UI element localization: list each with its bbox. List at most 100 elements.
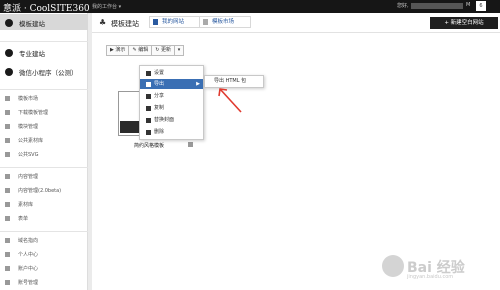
preview-button[interactable]: ▶ 演示	[106, 45, 130, 56]
tab-template-market[interactable]: 模板市场	[199, 16, 251, 28]
menu-item-share[interactable]: 分享	[140, 91, 203, 101]
sidebar-divider	[0, 41, 88, 42]
sidebar-item-label: 微信小程序（公测）	[19, 69, 78, 77]
template-name: 简约风格模板	[134, 143, 165, 149]
share-icon	[146, 94, 151, 99]
new-blank-site-button[interactable]: + 新建空白网站	[430, 17, 498, 29]
sidebar-divider	[0, 231, 88, 232]
globe-icon	[5, 238, 10, 243]
menu-item-label: 导出	[154, 81, 165, 87]
pro-site-icon	[5, 49, 13, 57]
sidebar-item-label: 下载模板管理	[18, 110, 49, 116]
module-icon	[5, 124, 10, 129]
copy-icon	[146, 106, 151, 111]
notification-count[interactable]: 6	[476, 1, 486, 11]
sidebar-item-label: 专业建站	[19, 50, 45, 58]
settings-icon	[5, 280, 10, 285]
menu-item-copy[interactable]: 复制	[140, 103, 203, 113]
tab-label: 模板市场	[212, 19, 235, 25]
sidebar-item-label: 内容管理(2.0beta)	[18, 188, 62, 194]
site-toolbar: ▶ 演示 ✎ 编辑 ↻ 更新 ▾	[106, 45, 184, 56]
sidebar: 模板建站 专业建站 微信小程序（公测） 模板市场 下载模板管理 模块管理 公共素…	[0, 13, 88, 290]
workspace-dropdown[interactable]: 我的工作台 ▾	[92, 3, 121, 10]
menu-item-label: 设置	[154, 70, 165, 76]
content-icon	[5, 174, 10, 179]
sidebar-item-label: 模板市场	[18, 96, 39, 102]
sidebar-item-label: 内容管理	[18, 174, 39, 180]
sidebar-item-label: 表单	[18, 216, 29, 222]
market-icon	[5, 96, 10, 101]
more-menu: 设置 导出 ▶ 分享 复制 替换封面 删除	[139, 65, 204, 140]
baidu-watermark: Bai 经验 jingyan.baidu.com	[382, 255, 497, 285]
market-icon	[203, 19, 208, 25]
page-title: 模板建站	[111, 20, 139, 28]
sidebar-divider	[0, 89, 88, 90]
red-arrow-annotation	[218, 88, 242, 113]
account-icon	[5, 266, 10, 271]
sidebar-item-materials[interactable]: 素材库	[5, 201, 33, 208]
sidebar-item-content[interactable]: 内容管理	[5, 173, 38, 180]
export-icon	[146, 82, 151, 87]
top-bar: 意派 · CoolSITE360 我的工作台 ▾ 您好, M 6	[0, 0, 500, 14]
sidebar-divider	[0, 167, 88, 168]
form-icon	[5, 216, 10, 221]
counter-label: M	[466, 2, 471, 8]
tab-my-sites[interactable]: 我的网站	[149, 16, 200, 28]
sidebar-item-domain[interactable]: 域名指向	[5, 237, 38, 244]
trash-icon	[146, 130, 151, 135]
menu-item-label: 删除	[154, 129, 165, 135]
menu-item-label: 分享	[154, 93, 165, 99]
sidebar-item-pro-site[interactable]: 专业建站	[5, 48, 45, 58]
sidebar-item-label: 账户中心	[18, 266, 39, 272]
user-name-redacted	[411, 3, 463, 9]
sidebar-item-forms[interactable]: 表单	[5, 215, 28, 222]
sidebar-item-template-site[interactable]: 模板建站	[5, 18, 45, 28]
sidebar-item-label: 素材库	[18, 202, 34, 208]
sidebar-item-label: 账号管理	[18, 280, 39, 286]
gear-icon	[146, 71, 151, 76]
user-greeting: 您好,	[397, 3, 409, 9]
main-header: ♣ 模板建站 我的网站 模板市场 + 新建空白网站	[92, 13, 500, 33]
menu-item-label: 替换封面	[154, 117, 175, 123]
update-button[interactable]: ↻ 更新	[151, 45, 175, 56]
sidebar-item-template-market[interactable]: 模板市场	[5, 95, 38, 102]
sidebar-item-modules[interactable]: 模块管理	[5, 123, 38, 130]
sidebar-item-label: 域名指向	[18, 238, 39, 244]
image-icon	[146, 118, 151, 123]
sidebar-item-content-beta[interactable]: 内容管理(2.0beta)	[5, 187, 61, 194]
user-icon	[5, 252, 10, 257]
sidebar-item-label: 个人中心	[18, 252, 39, 258]
sidebar-item-label: 公共SVG	[18, 152, 39, 158]
menu-item-replace-cover[interactable]: 替换封面	[140, 115, 203, 125]
paw-logo-icon	[382, 255, 404, 277]
sidebar-item-label: 模板建站	[19, 20, 45, 28]
more-dropdown-button[interactable]: ▾	[174, 45, 184, 56]
edit-button[interactable]: ✎ 编辑	[128, 45, 153, 56]
sidebar-item-public-svg[interactable]: 公共SVG	[5, 151, 38, 158]
sidebar-item-mini-program[interactable]: 微信小程序（公测）	[5, 67, 78, 77]
mini-program-icon	[5, 68, 13, 76]
user-icon	[153, 19, 158, 25]
sidebar-item-label: 模块管理	[18, 124, 39, 130]
sitemap-icon: ♣	[99, 18, 107, 27]
sidebar-item-label: 公共素材库	[18, 138, 44, 144]
tab-label: 我的网站	[162, 19, 185, 25]
sidebar-item-download-templates[interactable]: 下载模板管理	[5, 109, 48, 116]
menu-item-settings[interactable]: 设置	[140, 68, 203, 78]
svg-icon	[5, 152, 10, 157]
menu-item-delete[interactable]: 删除	[140, 127, 203, 137]
chevron-right-icon: ▶	[196, 81, 200, 87]
materials-icon	[5, 202, 10, 207]
template-site-icon	[5, 19, 13, 27]
sidebar-item-profile[interactable]: 个人中心	[5, 251, 38, 258]
sidebar-item-account[interactable]: 账户中心	[5, 265, 38, 272]
flag-icon[interactable]	[188, 142, 193, 147]
menu-item-label: 复制	[154, 105, 165, 111]
watermark-url: jingyan.baidu.com	[407, 274, 454, 280]
content-beta-icon	[5, 188, 10, 193]
sidebar-item-account-manage[interactable]: 账号管理	[5, 279, 38, 286]
sidebar-item-public-assets[interactable]: 公共素材库	[5, 137, 43, 144]
assets-icon	[5, 138, 10, 143]
download-icon	[5, 110, 10, 115]
menu-item-export[interactable]: 导出 ▶	[140, 79, 203, 89]
